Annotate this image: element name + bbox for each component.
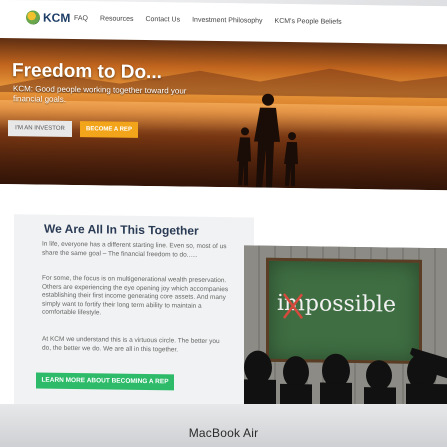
together-panel: We Are All In This Together In life, eve… — [14, 214, 254, 412]
nav-link-resources[interactable]: Resources — [100, 15, 133, 22]
together-section: We Are All In This Together In life, eve… — [0, 184, 447, 415]
top-navbar: KCM FAQ Resources Contact Us Investment … — [0, 0, 447, 45]
paragraph-3: At KCM we understand this is a virtuous … — [42, 335, 220, 354]
paragraph-2: For some, the focus is on multigeneratio… — [42, 274, 229, 317]
investor-button[interactable]: I'M AN INVESTOR — [8, 120, 72, 138]
family-silhouette — [237, 93, 298, 188]
chalkboard-photo: impossible — [244, 245, 447, 415]
section-title: We Are All In This Together — [44, 221, 199, 238]
nav-links: FAQ Resources Contact Us Investment Phil… — [74, 15, 342, 26]
hero-banner: Freedom to Do... KCM: Good people workin… — [0, 38, 447, 191]
become-rep-button[interactable]: BECOME A REP — [80, 121, 138, 138]
hero-title: Freedom to Do... — [12, 60, 162, 84]
paragraph-1: In life, everyone has a different starti… — [42, 240, 227, 259]
hero-subtitle: KCM: Good people working together toward… — [13, 84, 187, 104]
nav-link-faq[interactable]: FAQ — [74, 15, 88, 22]
nav-link-people-beliefs[interactable]: KCM's People Beliefs — [275, 18, 342, 26]
logo-globe-icon — [26, 10, 40, 25]
strike-mark — [283, 293, 303, 319]
nav-link-contact[interactable]: Contact Us — [145, 16, 180, 23]
browser-screen: KCM FAQ Resources Contact Us Investment … — [0, 0, 447, 415]
device-label: MacBook Air — [188, 426, 259, 440]
learn-more-button[interactable]: LEARN MORE ABOUT BECOMING A REP — [36, 372, 174, 391]
logo-text: KCM — [43, 10, 71, 25]
nav-link-investment-philosophy[interactable]: Investment Philosophy — [192, 17, 262, 25]
site-logo[interactable]: KCM — [26, 10, 70, 25]
